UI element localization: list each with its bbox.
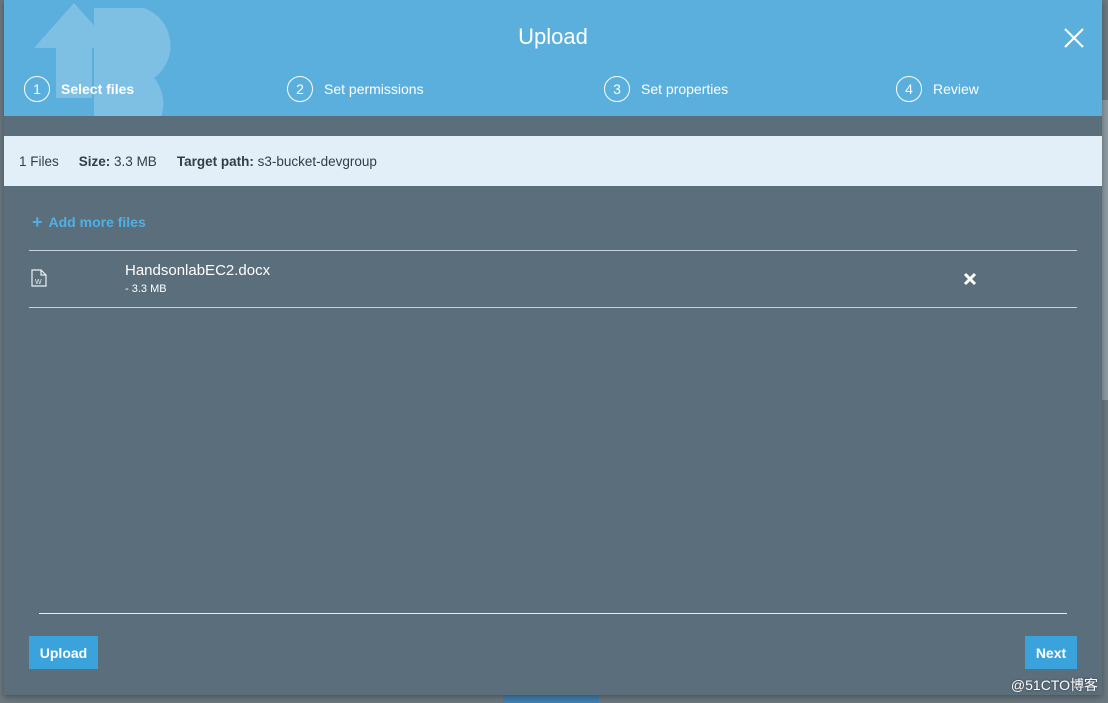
next-button[interactable]: Next: [1025, 636, 1077, 669]
size-value: 3.3 MB: [114, 153, 157, 169]
size-summary: Size: 3.3 MB: [79, 154, 157, 169]
step-number: 1: [24, 76, 50, 102]
size-label: Size:: [78, 153, 111, 169]
target-path-value: s3-bucket-devgroup: [257, 153, 377, 169]
file-size: - 3.3 MB: [125, 283, 167, 295]
header-divider: [4, 116, 1102, 136]
step-number: 4: [896, 76, 922, 102]
remove-file-icon[interactable]: [962, 271, 978, 287]
file-name: HandsonlabEC2.docx: [125, 262, 271, 279]
word-document-icon: W: [31, 269, 47, 287]
close-icon[interactable]: [1062, 26, 1086, 50]
upload-summary-bar: 1 Files Size: 3.3 MB Target path: s3-buc…: [4, 136, 1102, 186]
upload-modal: Upload 1 Select files 2 Set permissions …: [4, 0, 1102, 695]
add-more-files-label: Add more files: [48, 214, 146, 230]
step-select-files[interactable]: 1 Select files: [24, 76, 134, 102]
files-count: 1 Files: [19, 153, 59, 169]
upload-button[interactable]: Upload: [29, 636, 98, 669]
add-more-files-button[interactable]: + Add more files: [32, 213, 146, 231]
modal-header: Upload 1 Select files 2 Set permissions …: [4, 0, 1102, 116]
footer-divider: [39, 613, 1067, 614]
step-review[interactable]: 4 Review: [896, 76, 979, 102]
step-set-properties[interactable]: 3 Set properties: [604, 76, 728, 102]
step-label: Set properties: [641, 81, 729, 97]
site-watermark: @51CTO博客: [1010, 677, 1098, 693]
modal-title: Upload: [518, 24, 588, 49]
background-scrollbar: [1102, 100, 1108, 400]
step-number: 2: [287, 76, 313, 102]
file-list: W HandsonlabEC2.docx - 3.3 MB: [29, 250, 1077, 308]
step-label: Select files: [61, 81, 135, 97]
step-set-permissions[interactable]: 2 Set permissions: [287, 76, 424, 102]
step-label: Set permissions: [324, 81, 424, 97]
svg-text:W: W: [35, 279, 42, 286]
plus-icon: +: [32, 212, 43, 232]
target-path-label: Target path:: [176, 153, 254, 169]
step-label: Review: [933, 81, 979, 97]
step-number: 3: [604, 76, 630, 102]
target-path-summary: Target path: s3-bucket-devgroup: [177, 154, 377, 169]
wizard-steps: 1 Select files 2 Set permissions 3 Set p…: [4, 76, 1102, 106]
